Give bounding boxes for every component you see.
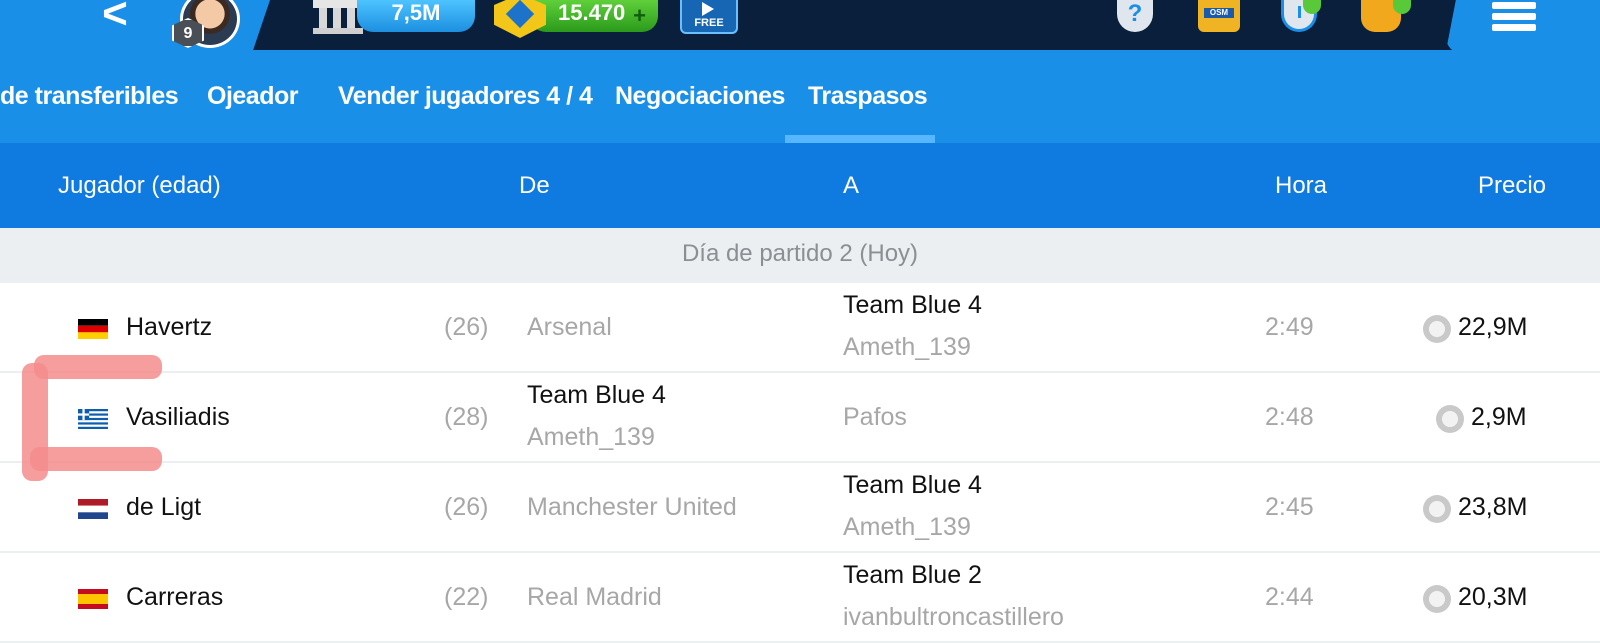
player-name[interactable]: de Ligt [126, 493, 201, 522]
top-bar: < 9 7,5M 15.470 + FREE ? OSM [0, 0, 1600, 56]
player-name[interactable]: Havertz [126, 313, 212, 342]
player-age: (22) [444, 583, 489, 611]
tab-vender-jugadores[interactable]: Vender jugadores 4 / 4 [338, 50, 593, 143]
to-team: Team Blue 2 [843, 561, 982, 589]
player-name[interactable]: Carreras [126, 583, 223, 612]
annotation-mark [22, 355, 162, 485]
free-label: FREE [694, 17, 724, 29]
osm-shop-icon[interactable]: OSM [1198, 0, 1240, 32]
free-video-button[interactable]: FREE [680, 0, 738, 34]
clock-notification-badge [1303, 0, 1321, 14]
to-manager: Ameth_139 [843, 333, 971, 361]
coin-icon [1423, 585, 1451, 613]
transfer-price: 20,3M [1458, 583, 1528, 611]
day-banner: Día de partido 2 (Hoy) [0, 228, 1600, 283]
from-manager: Ameth_139 [527, 423, 655, 451]
tab-traspasos[interactable]: Traspasos [808, 50, 928, 143]
transfer-price: 23,8M [1458, 493, 1528, 521]
coin-icon [1423, 315, 1451, 343]
column-header-player[interactable]: Jugador (edad) [58, 143, 221, 228]
player-age: (26) [444, 493, 489, 521]
from-team: Manchester United [527, 493, 737, 521]
help-icon[interactable]: ? [1117, 0, 1153, 32]
to-team: Team Blue 4 [843, 291, 982, 319]
table-row[interactable]: Vasiliadis (28) Team Blue 4 Ameth_139 Pa… [0, 373, 1600, 463]
player-age: (28) [444, 403, 489, 431]
table-header: Jugador (edad) De A Hora Precio [0, 143, 1600, 228]
table-row[interactable]: Havertz (26) Arsenal Team Blue 4 Ameth_1… [0, 283, 1600, 373]
back-button[interactable]: < [95, 0, 135, 36]
to-manager: Ameth_139 [843, 513, 971, 541]
column-header-price[interactable]: Precio [1478, 143, 1546, 228]
transfer-time: 2:49 [1265, 313, 1314, 341]
germany-flag-icon [78, 319, 108, 339]
to-team: Team Blue 4 [843, 471, 982, 499]
to-manager: ivanbultroncastillero [843, 603, 1064, 631]
transfer-price: 2,9M [1471, 403, 1527, 431]
transfer-time: 2:44 [1265, 583, 1314, 611]
table-row[interactable]: Carreras (22) Real Madrid Team Blue 2 iv… [0, 553, 1600, 643]
bell-notification-badge [1393, 0, 1411, 14]
from-team: Arsenal [527, 313, 612, 341]
tab-negociaciones[interactable]: Negociaciones [615, 50, 785, 143]
credits-balance[interactable]: 15.470 + [530, 0, 658, 32]
play-icon [702, 2, 714, 16]
column-header-to[interactable]: A [843, 143, 859, 228]
netherlands-flag-icon [78, 499, 108, 519]
transfer-price: 22,9M [1458, 313, 1528, 341]
menu-icon[interactable] [1492, 2, 1536, 31]
credits-icon [494, 0, 546, 38]
osm-label: OSM [1204, 8, 1234, 18]
spain-flag-icon [78, 589, 108, 609]
transfer-time: 2:48 [1265, 403, 1314, 431]
credits-value: 15.470 [558, 0, 626, 25]
from-team: Team Blue 4 [527, 381, 666, 409]
column-header-from[interactable]: De [519, 143, 550, 228]
table-row[interactable]: de Ligt (26) Manchester United Team Blue… [0, 463, 1600, 553]
player-age: (26) [444, 313, 489, 341]
add-credits-icon[interactable]: + [633, 3, 646, 29]
coin-icon [1436, 405, 1464, 433]
active-tab-indicator [785, 135, 935, 143]
money-balance[interactable]: 7,5M [357, 0, 475, 32]
tabs-bar: de transferibles Ojeador Vender jugadore… [0, 50, 1600, 143]
coin-icon [1423, 495, 1451, 523]
to-team: Pafos [843, 403, 907, 431]
from-team: Real Madrid [527, 583, 662, 611]
tab-ojeador[interactable]: Ojeador [207, 50, 298, 143]
column-header-time[interactable]: Hora [1275, 143, 1327, 228]
transfer-time: 2:45 [1265, 493, 1314, 521]
tab-transferibles[interactable]: de transferibles [0, 50, 179, 143]
bank-icon[interactable] [313, 0, 363, 34]
